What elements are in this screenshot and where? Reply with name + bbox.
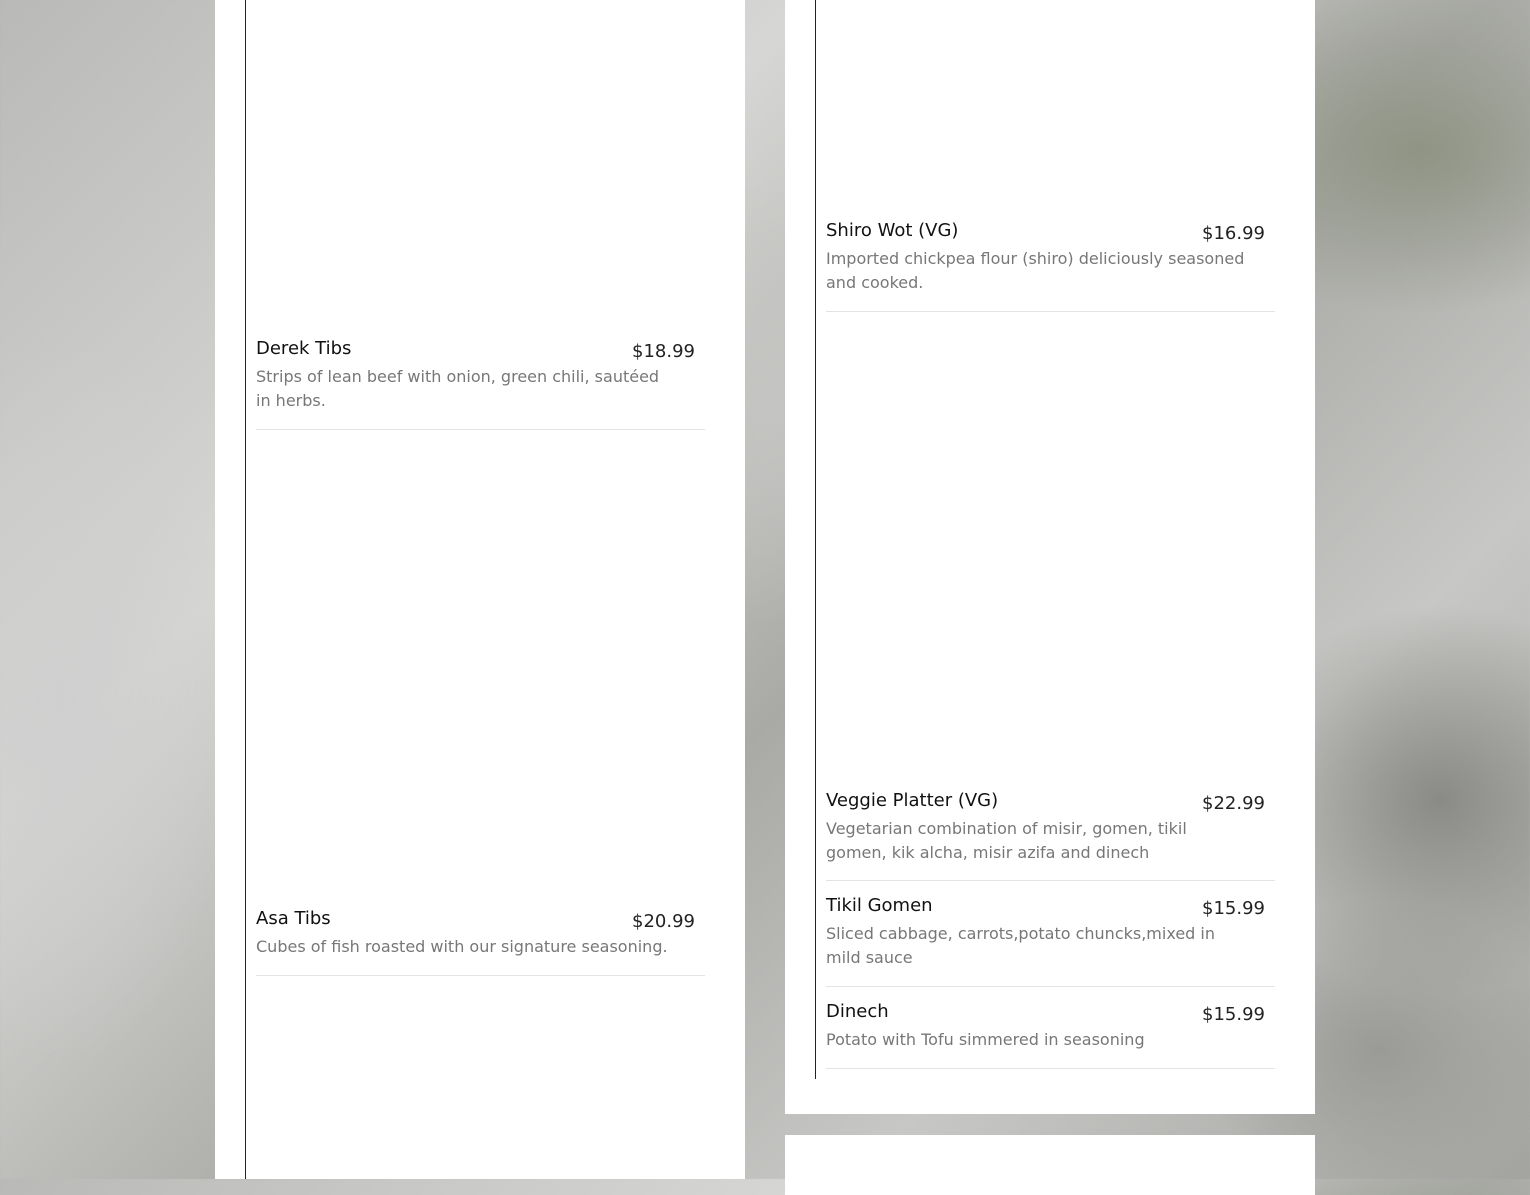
item-price: $15.99 xyxy=(1202,898,1265,919)
item-name: Dinech xyxy=(826,1001,889,1022)
menu-item-asa-tibs: Asa Tibs $20.99 Cubes of fish roasted wi… xyxy=(256,907,705,976)
item-name: Veggie Platter (VG) xyxy=(826,790,999,811)
menu-item-shiro-wot: Shiro Wot (VG) $16.99 Imported chickpea … xyxy=(826,219,1275,312)
item-price: $18.99 xyxy=(632,341,695,362)
menu-item-derek-tibs: Derek Tibs $18.99 Strips of lean beef wi… xyxy=(256,337,705,430)
item-name: Shiro Wot (VG) xyxy=(826,220,959,241)
item-description: Imported chickpea flour (shiro) deliciou… xyxy=(826,249,1245,292)
menu-panel-right-next xyxy=(785,1135,1315,1195)
item-name: Tikil Gomen xyxy=(826,895,933,916)
item-description: Strips of lean beef with onion, green ch… xyxy=(256,367,660,410)
item-price: $15.99 xyxy=(1202,1004,1265,1025)
item-description: Potato with Tofu simmered in seasoning xyxy=(826,1030,1145,1049)
menu-panel-left: Derek Tibs $18.99 Strips of lean beef wi… xyxy=(215,0,745,1179)
item-price: $16.99 xyxy=(1202,223,1265,244)
item-price: $20.99 xyxy=(632,911,695,932)
item-description: Cubes of fish roasted with our signature… xyxy=(256,937,668,956)
item-name: Derek Tibs xyxy=(256,338,352,359)
menu-item-tikil-gomen: Tikil Gomen $15.99 Sliced cabbage, carro… xyxy=(826,894,1275,987)
item-name: Asa Tibs xyxy=(256,908,331,929)
item-price: $22.99 xyxy=(1202,793,1265,814)
menu-panel-right: Shiro Wot (VG) $16.99 Imported chickpea … xyxy=(785,0,1315,1114)
menu-item-dinech: Dinech $15.99 Potato with Tofu simmered … xyxy=(826,1000,1275,1069)
column-divider xyxy=(815,0,816,1079)
column-divider xyxy=(245,0,246,1179)
item-description: Sliced cabbage, carrots,potato chuncks,m… xyxy=(826,924,1215,967)
menu-item-veggie-platter: Veggie Platter (VG) $22.99 Vegetarian co… xyxy=(826,789,1275,881)
item-description: Vegetarian combination of misir, gomen, … xyxy=(826,819,1187,862)
